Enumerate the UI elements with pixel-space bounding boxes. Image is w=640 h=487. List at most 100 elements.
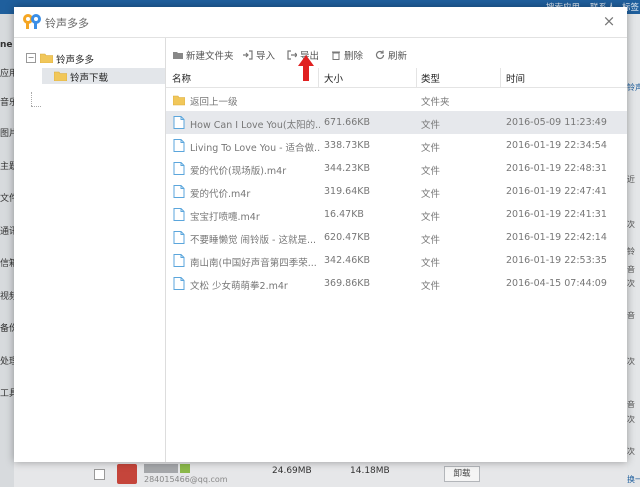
bg-right-item: 次 bbox=[627, 279, 635, 288]
folder-tree: − 铃声多多 铃声下载 bbox=[14, 38, 166, 462]
ringtone-logo-icon bbox=[23, 14, 41, 29]
file-name: 爱的代价(现场版).m4r bbox=[190, 166, 287, 177]
file-icon bbox=[173, 116, 185, 129]
bg-app-badge bbox=[180, 464, 190, 473]
file-type: 文件 bbox=[421, 166, 441, 177]
bg-app-email: 284015466@qq.com bbox=[144, 475, 228, 484]
file-size: 342.46KB bbox=[324, 255, 370, 266]
file-type: 文件夹 bbox=[421, 97, 450, 108]
file-time: 2016-01-19 22:48:31 bbox=[506, 163, 607, 174]
file-name: 南山南(中国好声音第四季荣... bbox=[190, 258, 317, 269]
file-size: 369.86KB bbox=[324, 278, 370, 289]
file-time: 2016-01-19 22:47:41 bbox=[506, 186, 607, 197]
bg-left-item: 主题 bbox=[0, 162, 14, 172]
file-row[interactable]: 爱的代价(现场版).m4r 344.23KB 文件 2016-01-19 22:… bbox=[166, 157, 627, 180]
file-type: 文件 bbox=[421, 258, 441, 269]
file-name: 爱的代价.m4r bbox=[190, 189, 251, 200]
bg-right-item: 次 bbox=[627, 357, 635, 366]
background-left-nav: ne 应用 音乐 图片 主题 文件 通讯 信箱 视频 备份 处理 工具 bbox=[0, 14, 14, 487]
tree-item-root[interactable]: − 铃声多多 bbox=[14, 50, 165, 66]
refresh-icon bbox=[375, 50, 385, 60]
bg-app-size1: 24.69MB bbox=[272, 466, 312, 476]
bg-app-name-blurred bbox=[144, 464, 178, 473]
new-folder-icon bbox=[173, 52, 183, 59]
trash-icon bbox=[332, 51, 340, 60]
file-type: 文件 bbox=[421, 281, 441, 292]
file-name: How Can I Love You(太阳的... bbox=[190, 120, 320, 131]
tree-connector bbox=[31, 92, 32, 106]
file-row-parent[interactable]: 返回上一级 文件夹 bbox=[166, 88, 627, 111]
column-header-name[interactable]: 名称 bbox=[172, 71, 191, 85]
bg-right-item: 次 bbox=[627, 415, 635, 424]
file-time: 2016-01-19 22:42:14 bbox=[506, 232, 607, 243]
ringtone-dialog: 铃声多多 × − 铃声多多 铃声下载 新建文件夹 导入 导出 删除 刷新 名称 … bbox=[14, 7, 627, 462]
new-folder-button[interactable]: 新建文件夹 bbox=[173, 48, 234, 62]
file-name: 宝宝打喷嚏.m4r bbox=[190, 212, 260, 223]
file-name: Living To Love You - 适合做... bbox=[190, 143, 320, 154]
file-icon bbox=[173, 231, 185, 244]
file-toolbar: 新建文件夹 导入 导出 删除 刷新 bbox=[166, 38, 627, 68]
file-list: 返回上一级 文件夹 How Can I Love You(太阳的... 671.… bbox=[166, 88, 627, 462]
column-divider[interactable] bbox=[318, 68, 319, 87]
file-time: 2016-01-19 22:53:35 bbox=[506, 255, 607, 266]
column-header-type[interactable]: 类型 bbox=[421, 71, 440, 85]
column-header-size[interactable]: 大小 bbox=[324, 71, 343, 85]
file-row[interactable]: 宝宝打喷嚏.m4r 16.47KB 文件 2016-01-19 22:41:31 bbox=[166, 203, 627, 226]
file-size: 338.73KB bbox=[324, 140, 370, 151]
file-type: 文件 bbox=[421, 120, 441, 131]
column-header-time[interactable]: 时间 bbox=[506, 71, 525, 85]
file-list-header: 名称 大小 类型 时间 bbox=[166, 68, 627, 88]
file-icon bbox=[173, 162, 185, 175]
dialog-titlebar: 铃声多多 × bbox=[14, 7, 627, 38]
file-row[interactable]: 南山南(中国好声音第四季荣... 342.46KB 文件 2016-01-19 … bbox=[166, 249, 627, 272]
tree-connector bbox=[31, 106, 41, 107]
bg-left-item: 视频 bbox=[0, 292, 14, 302]
import-button[interactable]: 导入 bbox=[243, 48, 275, 62]
bg-left-item: 备份 bbox=[0, 324, 14, 334]
background-app-row: 284015466@qq.com 24.69MB 14.18MB 卸载 bbox=[14, 462, 627, 487]
new-folder-label: 新建文件夹 bbox=[186, 51, 234, 62]
tree-item-ringtone-download[interactable]: 铃声下载 bbox=[42, 68, 165, 84]
file-time: 2016-01-19 22:34:54 bbox=[506, 140, 607, 151]
bg-left-item: 信箱 bbox=[0, 259, 14, 269]
close-icon[interactable]: × bbox=[600, 12, 618, 30]
bg-left-item: ne bbox=[0, 40, 13, 50]
file-time: 2016-04-15 07:44:09 bbox=[506, 278, 607, 289]
file-name: 文松 少女萌萌拳2.m4r bbox=[190, 281, 288, 292]
file-icon bbox=[173, 185, 185, 198]
file-name: 返回上一级 bbox=[190, 97, 238, 108]
bg-right-item: 铃声 bbox=[627, 83, 640, 92]
file-icon bbox=[173, 208, 185, 221]
import-label: 导入 bbox=[256, 51, 276, 62]
file-row[interactable]: 爱的代价.m4r 319.64KB 文件 2016-01-19 22:47:41 bbox=[166, 180, 627, 203]
folder-icon bbox=[40, 53, 53, 63]
file-row[interactable]: Living To Love You - 适合做... 338.73KB 文件 … bbox=[166, 134, 627, 157]
file-row[interactable]: 文松 少女萌萌拳2.m4r 369.86KB 文件 2016-04-15 07:… bbox=[166, 272, 627, 295]
file-row[interactable]: 不要睡懒觉 闹铃版 - 这就是... 620.47KB 文件 2016-01-1… bbox=[166, 226, 627, 249]
file-type: 文件 bbox=[421, 143, 441, 154]
collapse-icon[interactable]: − bbox=[26, 53, 36, 63]
bg-uninstall-button: 卸载 bbox=[444, 466, 480, 482]
bg-right-item: 次 bbox=[627, 447, 635, 456]
bg-left-item: 工具 bbox=[0, 389, 14, 399]
file-size: 16.47KB bbox=[324, 209, 364, 220]
file-size: 620.47KB bbox=[324, 232, 370, 243]
file-icon bbox=[173, 139, 185, 152]
bg-left-item: 处理 bbox=[0, 357, 14, 367]
refresh-label: 刷新 bbox=[388, 51, 408, 62]
file-icon bbox=[173, 277, 185, 290]
folder-icon bbox=[54, 71, 67, 81]
column-divider[interactable] bbox=[500, 68, 501, 87]
file-type: 文件 bbox=[421, 189, 441, 200]
refresh-button[interactable]: 刷新 bbox=[375, 48, 407, 62]
background-right-panel: 铃声 近 次 铃 音 次 音 次 音 次 次 换一 bbox=[627, 14, 640, 487]
bg-app-size2: 14.18MB bbox=[350, 466, 390, 476]
bg-left-item: 音乐 bbox=[0, 98, 14, 108]
column-divider[interactable] bbox=[416, 68, 417, 87]
file-row[interactable]: How Can I Love You(太阳的... 671.66KB 文件 20… bbox=[166, 111, 627, 134]
file-type: 文件 bbox=[421, 235, 441, 246]
import-icon bbox=[243, 50, 253, 60]
export-icon bbox=[287, 50, 297, 60]
bg-right-item: 音 bbox=[627, 311, 635, 320]
delete-button[interactable]: 删除 bbox=[331, 48, 363, 62]
